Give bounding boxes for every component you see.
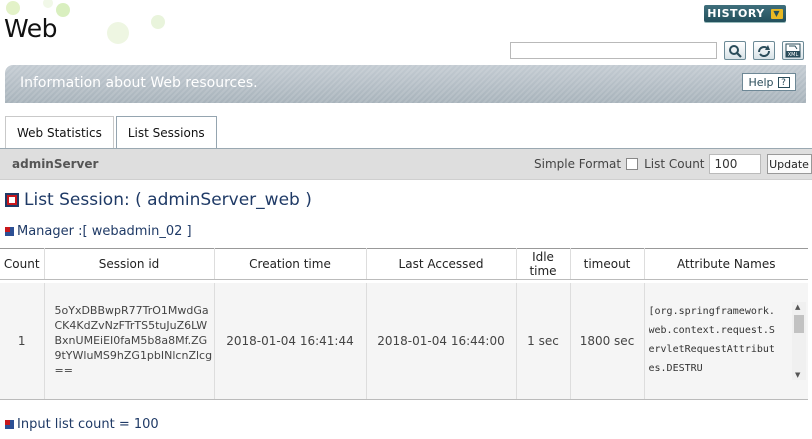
count-cell: 1 [0, 282, 45, 400]
refresh-button[interactable] [753, 41, 775, 60]
banner-text: Information about Web resources. [20, 75, 258, 91]
section-title: List Session: ( adminServer_web ) [5, 190, 312, 210]
input-list-count: Input list count = 100 [5, 417, 159, 432]
section-title-text: List Session: ( adminServer_web ) [24, 190, 312, 210]
page-title: Web [4, 14, 58, 43]
bullet-icon [5, 227, 14, 236]
manager-title: Manager :[ webadmin_02 ] [5, 224, 192, 239]
column-header: timeout [570, 248, 645, 280]
info-banner: Information about Web resources. Help ? [5, 65, 806, 103]
section-bullet-icon [5, 193, 19, 207]
last-accessed-cell: 2018-01-04 16:44:00 [366, 282, 517, 400]
column-header: Idle time [516, 248, 571, 280]
input-list-count-text: Input list count = 100 [17, 417, 159, 432]
table-row: 1 5oYxDBBwpR77TrO1MwdGaCK4KdZvNzFTrTS5tu… [0, 282, 808, 400]
attribute-scrollbar[interactable]: ▲ ▼ [792, 301, 806, 380]
column-header: Attribute Names [644, 248, 808, 280]
attribute-names-text[interactable]: [org.springframework.web.context.request… [649, 302, 797, 380]
tab-list-sessions[interactable]: List Sessions [115, 116, 217, 149]
update-button[interactable]: Update [766, 154, 812, 174]
search-icon [729, 44, 742, 58]
column-header: Creation time [214, 248, 367, 280]
help-label: Help [748, 75, 774, 89]
search-button[interactable] [724, 41, 746, 60]
creation-time-cell: 2018-01-04 16:41:44 [214, 282, 367, 400]
simple-format-label: Simple Format [534, 157, 622, 171]
column-header: Session id [44, 248, 215, 280]
idle-time-cell: 1 sec [516, 282, 571, 400]
scroll-down-icon[interactable]: ▼ [795, 371, 800, 379]
attribute-names-cell: [org.springframework.web.context.request… [644, 282, 808, 400]
session-id-cell: 5oYxDBBwpR77TrO1MwdGaCK4KdZvNzFTrTS5tuJu… [44, 282, 215, 400]
server-name: adminServer [12, 157, 99, 171]
list-count-input[interactable]: 100 [708, 154, 761, 174]
scroll-up-icon[interactable]: ▲ [795, 303, 800, 311]
refresh-icon [758, 44, 770, 57]
simple-format-checkbox[interactable] [626, 158, 639, 170]
xml-export-icon: XML [785, 43, 801, 58]
history-label: HISTORY [707, 7, 765, 20]
bullet-icon [5, 420, 14, 429]
tab-bar: Web Statistics List Sessions [5, 116, 219, 149]
timeout-cell: 1800 sec [570, 282, 645, 400]
list-count-label: List Count [644, 157, 705, 171]
question-icon: ? [777, 76, 790, 88]
column-header: Count [0, 248, 45, 280]
list-controls: Simple Format List Count 100 Update [534, 154, 812, 174]
history-button[interactable]: HISTORY ▼ [704, 5, 786, 22]
server-bar: adminServer Simple Format List Count 100… [0, 149, 812, 180]
scrollbar-thumb[interactable] [794, 314, 804, 333]
sessions-table: Count Session id Creation time Last Acce… [0, 248, 808, 400]
tab-web-statistics[interactable]: Web Statistics [5, 116, 114, 149]
chevron-down-icon: ▼ [770, 8, 783, 19]
table-header-row: Count Session id Creation time Last Acce… [0, 248, 808, 280]
help-button[interactable]: Help ? [742, 73, 796, 91]
column-header: Last Accessed [366, 248, 517, 280]
xml-export-button[interactable]: XML [782, 41, 804, 60]
svg-text:XML: XML [788, 52, 799, 58]
search-input[interactable] [510, 42, 717, 59]
manager-text: Manager :[ webadmin_02 ] [17, 224, 192, 239]
